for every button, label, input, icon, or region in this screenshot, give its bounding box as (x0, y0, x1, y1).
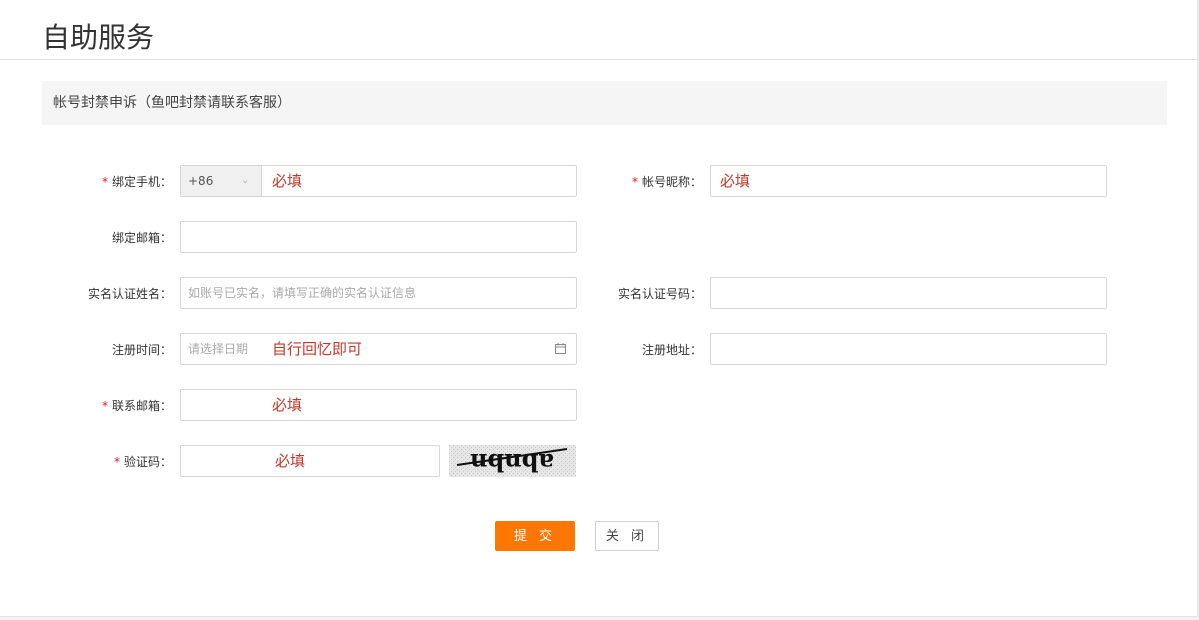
section-header: 帐号封禁申诉（鱼吧封禁请联系客服） (42, 81, 1167, 125)
country-code-select[interactable]: +86 ⌄ (181, 166, 262, 196)
chevron-down-icon: ⌄ (241, 175, 250, 186)
real-name-label: 实名认证姓名： (87, 287, 172, 301)
page-container: 自助服务 帐号封禁申诉（鱼吧封禁请联系客服） * 绑定手机： +86 ⌄ 必填 *… (0, 0, 1198, 617)
calendar-icon[interactable] (555, 343, 566, 354)
phone-label: * 绑定手机： (101, 175, 172, 189)
country-code-value: +86 (188, 174, 214, 188)
reg-time-label: 注册时间： (111, 343, 172, 357)
required-mark: * (101, 399, 108, 413)
phone-input[interactable]: 必填 (272, 166, 302, 196)
phone-field: +86 ⌄ 必填 (180, 165, 577, 197)
bound-email-field[interactable] (180, 221, 577, 253)
reg-time-placeholder: 请选择日期 (188, 342, 249, 356)
real-name-placeholder: 如账号已实名，请填写正确的实名认证信息 (188, 286, 417, 300)
required-mark: * (101, 175, 108, 189)
required-mark: * (113, 455, 120, 469)
close-button[interactable]: 关 闭 (595, 521, 659, 551)
contact-email-label: * 联系邮箱： (101, 399, 172, 413)
section-title: 帐号封禁申诉（鱼吧封禁请联系客服） (53, 95, 291, 111)
submit-button[interactable]: 提 交 (495, 521, 575, 551)
reg-time-note: 自行回忆即可 (272, 340, 363, 358)
captcha-label: * 验证码： (113, 455, 172, 469)
reg-address-label: 注册地址： (641, 343, 702, 357)
id-number-field[interactable] (710, 277, 1107, 309)
reg-address-field[interactable] (710, 333, 1107, 365)
nickname-label: * 帐号昵称： (631, 175, 702, 189)
real-name-field[interactable]: 如账号已实名，请填写正确的实名认证信息 (180, 277, 577, 309)
page-title: 自助服务 (42, 21, 155, 54)
id-number-label: 实名认证号码： (617, 287, 702, 301)
top-divider (0, 59, 1197, 60)
required-mark: * (631, 175, 638, 189)
captcha-field[interactable]: 必填 (180, 445, 440, 477)
captcha-image[interactable]: abnbn (449, 445, 576, 477)
bound-email-label: 绑定邮箱： (111, 231, 172, 245)
reg-time-field[interactable]: 请选择日期 自行回忆即可 (180, 333, 577, 365)
nickname-field[interactable]: 必填 (710, 165, 1107, 197)
captcha-input[interactable]: 必填 (275, 446, 305, 476)
contact-email-input[interactable]: 必填 (272, 390, 302, 420)
contact-email-field[interactable]: 必填 (180, 389, 577, 421)
nickname-input[interactable]: 必填 (720, 166, 750, 196)
